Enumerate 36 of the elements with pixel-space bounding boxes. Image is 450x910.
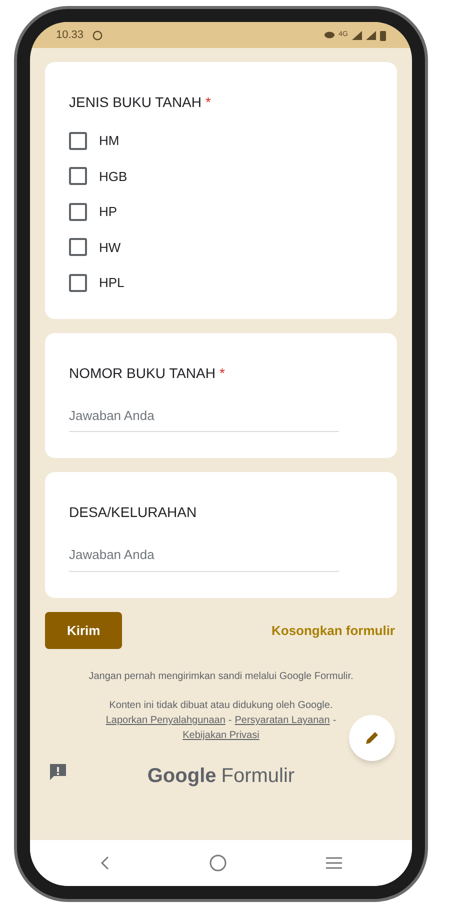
option-label: HM	[99, 132, 120, 150]
brand-google: Google	[147, 764, 216, 789]
required-mark: *	[220, 364, 225, 382]
report-icon[interactable]	[49, 763, 67, 781]
disclaimer-text: Konten ini tidak dibuat atau didukung oleh Google.	[109, 699, 333, 713]
option-label: HPL	[99, 274, 124, 292]
menu-icon[interactable]	[325, 856, 343, 870]
battery-icon	[380, 30, 386, 40]
question-title: DESA/KELURAHAN	[69, 503, 197, 522]
clear-form-button[interactable]: Kosongkan formulir	[271, 620, 397, 640]
answer-field[interactable]: Jawaban Anda	[69, 545, 339, 572]
pencil-icon	[363, 729, 381, 747]
required-mark: *	[206, 93, 211, 112]
clock: 10.33	[56, 28, 84, 43]
brand-product: Formulir	[221, 764, 295, 789]
separator: -	[228, 714, 232, 728]
checkbox[interactable]	[69, 202, 87, 221]
answer-field[interactable]: Jawaban Anda	[69, 406, 339, 432]
separator: -	[332, 714, 336, 728]
option-label: HGB	[99, 168, 128, 186]
home-icon[interactable]	[209, 854, 227, 872]
checkbox[interactable]	[69, 132, 87, 150]
checkbox[interactable]	[69, 238, 87, 256]
option-label: HW	[99, 238, 121, 256]
option-label: HP	[99, 203, 118, 221]
footer-link[interactable]: Laporkan Penyalahgunaan	[106, 713, 226, 728]
footer-link[interactable]: Kebijakan Privasi	[182, 728, 260, 743]
warning-text: Jangan pernah mengirimkan sandi melalui Google Formulir.	[88, 670, 354, 684]
checkbox[interactable]	[69, 167, 87, 186]
question-title: JENIS BUKU TANAH	[69, 93, 202, 112]
edit-button[interactable]	[349, 715, 395, 761]
checkbox[interactable]	[69, 274, 87, 292]
back-icon[interactable]	[99, 855, 111, 871]
question-title: NOMOR BUKU TANAH	[69, 364, 216, 382]
submit-button[interactable]: Kirim	[45, 612, 122, 649]
footer-link[interactable]: Persyaratan Layanan	[234, 713, 330, 728]
